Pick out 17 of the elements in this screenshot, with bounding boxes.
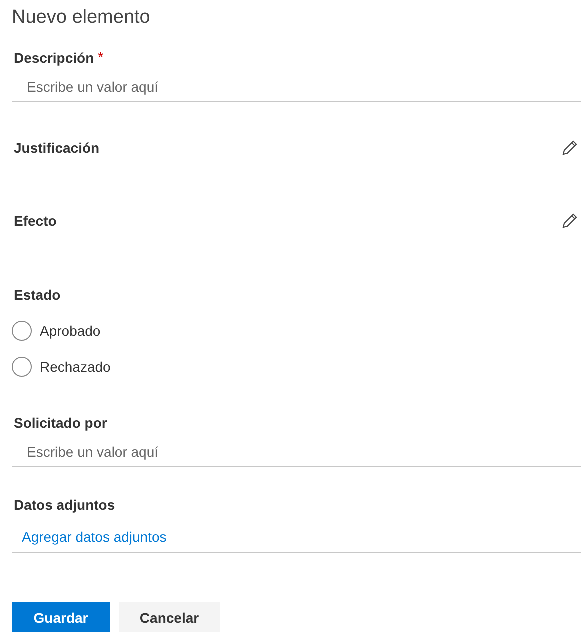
form-title: Nuevo elemento — [12, 6, 150, 30]
input-field[interactable]: Escribe un valor aquí — [12, 437, 581, 467]
pencil-icon[interactable] — [561, 139, 579, 157]
pencil-icon[interactable] — [561, 212, 579, 230]
field-label: Justificación — [14, 139, 100, 158]
field-label: Estado — [14, 286, 61, 305]
required-mark: * — [98, 48, 104, 67]
radio-option[interactable]: Rechazado — [12, 357, 111, 377]
field-label: Efecto — [14, 212, 57, 231]
field-label: Solicitado por — [14, 414, 108, 433]
add-attachment-link[interactable]: Agregar datos adjuntos — [22, 527, 167, 548]
radio-option[interactable]: Aprobado — [12, 321, 101, 341]
cancel-button[interactable]: Cancelar — [119, 602, 220, 632]
field-label: Descripción — [14, 48, 94, 68]
input-field[interactable]: Escribe un valor aquí — [12, 72, 581, 102]
save-button[interactable]: Guardar — [12, 602, 110, 632]
field-label: Datos adjuntos — [14, 496, 116, 515]
